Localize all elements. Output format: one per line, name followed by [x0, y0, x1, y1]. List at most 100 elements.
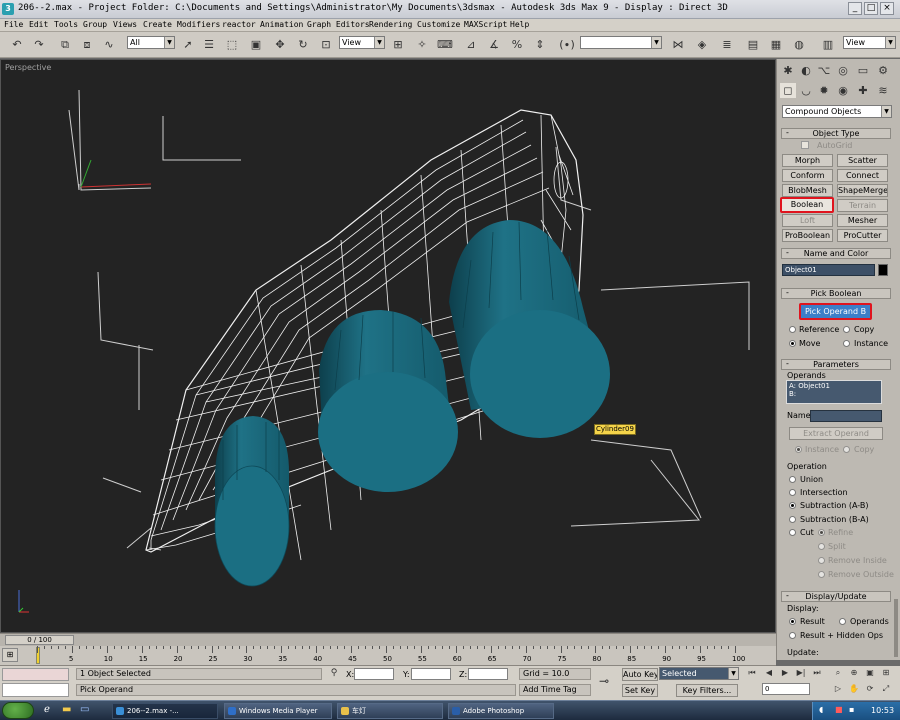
folder-icon[interactable]: ▬: [62, 704, 71, 715]
select-by-name-icon[interactable]: ☰: [201, 37, 217, 52]
window-crossing-icon[interactable]: ▣: [248, 37, 264, 52]
track-bar-menu-icon[interactable]: ⊞: [2, 648, 18, 662]
menu-graph-editors[interactable]: Graph Editors: [307, 20, 370, 29]
object-color-swatch[interactable]: [878, 264, 888, 276]
menu-file[interactable]: File: [4, 20, 23, 29]
reference-radio[interactable]: [789, 326, 796, 333]
autogrid-checkbox[interactable]: [801, 141, 809, 149]
parameters-rollout[interactable]: - Parameters: [781, 359, 891, 370]
cylinder-small[interactable]: [214, 416, 290, 587]
union-radio[interactable]: [789, 476, 796, 483]
spinner-snap-icon[interactable]: ⇕: [532, 37, 548, 52]
helpers-icon[interactable]: ✚: [855, 83, 871, 98]
maximize-viewport-icon[interactable]: ⤢: [880, 683, 892, 695]
remove-inside-radio[interactable]: [818, 557, 825, 564]
operands-radio[interactable]: [839, 618, 846, 625]
mesher-button[interactable]: Mesher: [837, 214, 888, 227]
modify-tab-icon[interactable]: ◐: [798, 63, 814, 78]
object-type-rollout[interactable]: - Object Type: [781, 128, 891, 139]
undo-icon[interactable]: ↶: [9, 37, 25, 52]
boolean-button[interactable]: Boolean: [780, 197, 834, 213]
menu-group[interactable]: Group: [83, 20, 107, 29]
x-coordinate-field[interactable]: [354, 668, 394, 680]
menu-edit[interactable]: Edit: [29, 20, 48, 29]
proboolean-button[interactable]: ProBoolean: [782, 229, 833, 242]
lights-icon[interactable]: ✹: [816, 83, 832, 98]
percent-snap-icon[interactable]: %: [509, 37, 525, 52]
menu-maxscript[interactable]: MAXScript: [464, 20, 507, 29]
result-hidden-ops-radio[interactable]: [789, 632, 796, 639]
layer-manager-icon[interactable]: ≣: [719, 37, 735, 52]
shapes-icon[interactable]: ◡: [798, 83, 814, 98]
tray-sound-icon[interactable]: ◖: [819, 705, 823, 714]
previous-frame-icon[interactable]: ◀: [763, 667, 775, 679]
key-selection-dropdown[interactable]: Selected ▼: [659, 667, 739, 680]
task-folder[interactable]: 车灯: [337, 703, 443, 719]
rotate-icon[interactable]: ↻: [295, 37, 311, 52]
copy-radio[interactable]: [843, 326, 850, 333]
select-manipulate-icon[interactable]: ✧: [414, 37, 430, 52]
operand-a[interactable]: A: Object01: [789, 382, 879, 390]
scatter-button[interactable]: Scatter: [837, 154, 888, 167]
perspective-viewport[interactable]: Perspective Cylinder09: [0, 59, 776, 633]
instance-radio[interactable]: [843, 340, 850, 347]
menu-reactor[interactable]: reactor: [222, 20, 256, 29]
go-to-start-icon[interactable]: ⏮: [746, 667, 758, 679]
extract-operand-button[interactable]: Extract Operand: [789, 427, 883, 440]
track-bar[interactable]: ⊞ 5 10 15 20 25 30 35 40 45 50 55 60 65 70 75 80 85 90 95 1…: [0, 646, 776, 666]
move-radio[interactable]: [789, 340, 796, 347]
task-photoshop[interactable]: Adobe Photoshop: [448, 703, 554, 719]
pivot-center-icon[interactable]: ⊞: [390, 37, 406, 52]
material-editor-icon[interactable]: ◍: [791, 37, 807, 52]
cameras-icon[interactable]: ◉: [835, 83, 851, 98]
z-coordinate-field[interactable]: [468, 668, 508, 680]
space-warps-icon[interactable]: ≋: [875, 83, 891, 98]
display-tab-icon[interactable]: ▭: [855, 63, 871, 78]
zoom-extents-all-icon[interactable]: ⊞: [880, 667, 892, 679]
blobmesh-button[interactable]: BlobMesh: [782, 184, 833, 197]
zoom-icon[interactable]: ⌕: [832, 667, 844, 679]
refine-radio[interactable]: [818, 529, 825, 536]
menu-tools[interactable]: Tools: [54, 20, 78, 29]
pan-icon[interactable]: ✋: [848, 683, 860, 695]
hierarchy-tab-icon[interactable]: ⌥: [816, 63, 832, 78]
connect-button[interactable]: Connect: [837, 169, 888, 182]
scale-icon[interactable]: ⊡: [318, 37, 334, 52]
time-slider[interactable]: 0 / 100: [5, 635, 74, 645]
operand-name-field[interactable]: [810, 410, 882, 422]
name-color-rollout[interactable]: - Name and Color: [781, 248, 891, 259]
select-and-link-icon[interactable]: ⧉: [57, 37, 73, 52]
pick-boolean-rollout[interactable]: - Pick Boolean: [781, 288, 891, 299]
menu-animation[interactable]: Animation: [260, 20, 303, 29]
operands-list[interactable]: A: Object01 B:: [786, 380, 882, 404]
maxscript-listener-bottom[interactable]: [2, 683, 69, 697]
operand-b[interactable]: B:: [789, 390, 879, 398]
display-update-rollout[interactable]: - Display/Update: [781, 591, 891, 602]
ie-icon[interactable]: ℯ: [44, 704, 50, 715]
y-coordinate-field[interactable]: [411, 668, 451, 680]
zoom-extents-icon[interactable]: ▣: [864, 667, 876, 679]
result-radio[interactable]: [789, 618, 796, 625]
object-name-field[interactable]: Object01: [782, 264, 875, 276]
panel-scrollbar[interactable]: [894, 599, 898, 657]
extract-copy-radio[interactable]: [843, 446, 850, 453]
keyboard-shortcut-icon[interactable]: ⌨: [437, 37, 453, 52]
motion-tab-icon[interactable]: ◎: [835, 63, 851, 78]
redo-icon[interactable]: ↷: [31, 37, 47, 52]
task-3dsmax[interactable]: 206--2.max -...: [112, 703, 218, 719]
utilities-tab-icon[interactable]: ⚙: [875, 63, 891, 78]
bind-space-warp-icon[interactable]: ∿: [101, 37, 117, 52]
pick-operand-b-button[interactable]: Pick Operand B: [799, 303, 872, 320]
key-filters-button[interactable]: Key Filters...: [676, 684, 738, 697]
procutter-button[interactable]: ProCutter: [837, 229, 888, 242]
render-type-dropdown[interactable]: View ▼: [843, 36, 896, 49]
split-radio[interactable]: [818, 543, 825, 550]
selection-filter-dropdown[interactable]: All ▼: [127, 36, 175, 49]
close-button[interactable]: ×: [880, 2, 894, 15]
cylinder-medium[interactable]: [318, 310, 458, 492]
move-icon[interactable]: ✥: [272, 37, 288, 52]
current-frame-field[interactable]: 0: [762, 683, 810, 695]
align-icon[interactable]: ◈: [694, 37, 710, 52]
create-tab-icon[interactable]: ✱: [780, 63, 796, 78]
menu-customize[interactable]: Customize: [417, 20, 460, 29]
